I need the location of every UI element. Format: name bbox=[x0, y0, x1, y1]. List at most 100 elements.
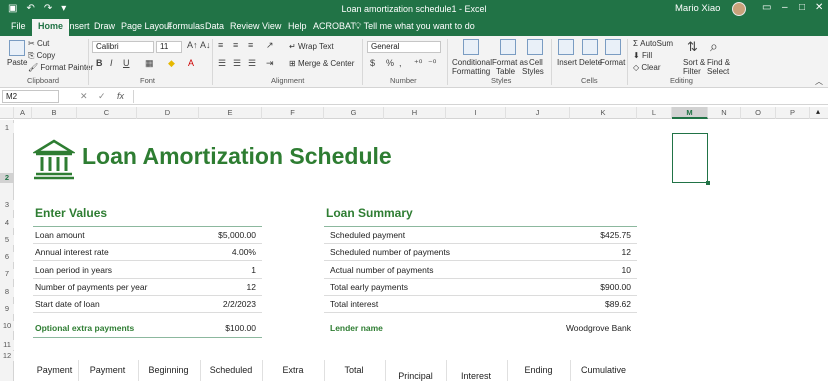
conditional-formatting-button[interactable]: Conditional bbox=[452, 58, 492, 67]
font-color-icon[interactable]: A bbox=[188, 58, 194, 68]
delete-cells-icon[interactable] bbox=[582, 39, 598, 55]
increase-font-icon[interactable]: A↑ bbox=[187, 40, 198, 50]
column-header[interactable]: A bbox=[14, 107, 32, 119]
tab-formulas[interactable]: Formulas bbox=[167, 21, 205, 31]
align-left-icon[interactable]: ☰ bbox=[218, 58, 226, 69]
row-header-selected[interactable]: 2 bbox=[0, 173, 14, 183]
orientation-icon[interactable]: ↗ bbox=[266, 40, 274, 51]
select-all-corner[interactable] bbox=[0, 107, 14, 119]
selected-cell-m2[interactable] bbox=[672, 133, 710, 185]
font-size-select[interactable]: 11 bbox=[156, 41, 182, 53]
delete-cells-button[interactable]: Delete bbox=[579, 58, 602, 67]
row-header[interactable]: 10 bbox=[0, 321, 14, 331]
percent-icon[interactable]: % bbox=[386, 58, 394, 68]
decrease-decimal-icon[interactable]: ⁻⁰ bbox=[428, 58, 436, 69]
loan-period-cell[interactable]: 1 bbox=[200, 265, 256, 275]
column-header[interactable]: D bbox=[137, 107, 199, 119]
row-header[interactable]: 3 bbox=[0, 200, 14, 210]
find-select-button[interactable]: Find & bbox=[707, 58, 730, 67]
align-right-icon[interactable]: ☰ bbox=[248, 58, 256, 69]
column-header-selected[interactable]: M bbox=[672, 107, 708, 119]
row-header[interactable]: 8 bbox=[0, 287, 14, 297]
column-header[interactable]: H bbox=[384, 107, 446, 119]
extra-payments-cell[interactable]: $100.00 bbox=[200, 323, 256, 333]
close-icon[interactable]: ✕ bbox=[815, 2, 823, 13]
column-header[interactable]: K bbox=[570, 107, 637, 119]
collapse-ribbon-icon[interactable]: ︿ bbox=[815, 76, 823, 87]
row-header[interactable]: 9 bbox=[0, 304, 14, 314]
cut-button[interactable]: ✂ Cut bbox=[28, 39, 49, 48]
total-interest-cell[interactable]: $89.62 bbox=[570, 299, 631, 309]
format-cells-button[interactable]: Format bbox=[600, 58, 625, 67]
ribbon-display-icon[interactable]: ▭ bbox=[762, 2, 771, 13]
tab-insert[interactable]: Insert bbox=[67, 21, 90, 31]
actual-number-cell[interactable]: 10 bbox=[570, 265, 631, 275]
conditional-formatting-icon[interactable] bbox=[463, 39, 479, 55]
column-header[interactable]: I bbox=[446, 107, 506, 119]
italic-button[interactable]: I bbox=[110, 58, 113, 68]
row-header[interactable]: 12 bbox=[0, 351, 14, 361]
sort-filter-icon[interactable]: ⇅ bbox=[687, 39, 698, 55]
insert-cells-icon[interactable] bbox=[558, 39, 574, 55]
tab-acrobat[interactable]: ACROBAT bbox=[313, 21, 356, 31]
tell-me-box[interactable]: 💡︎ Tell me what you want to do bbox=[355, 21, 475, 32]
column-header[interactable]: N bbox=[708, 107, 741, 119]
number-format-select[interactable]: General bbox=[367, 41, 441, 53]
minimize-icon[interactable]: – bbox=[782, 2, 788, 13]
loan-amount-cell[interactable]: $5,000.00 bbox=[200, 230, 256, 240]
formula-input[interactable] bbox=[133, 90, 823, 103]
font-name-select[interactable]: Calibri bbox=[92, 41, 154, 53]
tab-help[interactable]: Help bbox=[288, 21, 307, 31]
align-center-icon[interactable]: ☰ bbox=[233, 58, 241, 69]
row-header[interactable]: 6 bbox=[0, 252, 14, 262]
column-header[interactable]: E bbox=[199, 107, 262, 119]
column-header[interactable]: B bbox=[32, 107, 77, 119]
increase-decimal-icon[interactable]: ⁺⁰ bbox=[414, 58, 422, 69]
start-date-cell[interactable]: 2/2/2023 bbox=[200, 299, 256, 309]
fill-button[interactable]: ⬇ Fill bbox=[633, 51, 652, 60]
scroll-up-icon[interactable]: ▴ bbox=[816, 107, 820, 116]
fill-color-icon[interactable]: ◆ bbox=[168, 58, 175, 69]
align-middle-icon[interactable]: ≡ bbox=[233, 40, 238, 50]
column-header[interactable]: C bbox=[77, 107, 137, 119]
format-cells-icon[interactable] bbox=[605, 39, 621, 55]
column-header[interactable]: J bbox=[506, 107, 570, 119]
tab-file[interactable]: File bbox=[11, 21, 26, 31]
bold-button[interactable]: B bbox=[96, 58, 103, 68]
underline-button[interactable]: U bbox=[123, 58, 130, 68]
format-as-table-button[interactable]: Format as bbox=[492, 58, 528, 67]
paste-button[interactable]: Paste bbox=[7, 58, 27, 67]
column-header[interactable]: P bbox=[776, 107, 810, 119]
copy-button[interactable]: ⎘ Copy bbox=[28, 51, 55, 61]
align-top-icon[interactable]: ≡ bbox=[218, 40, 223, 50]
row-header[interactable]: 7 bbox=[0, 269, 14, 279]
sort-filter-button[interactable]: Sort & bbox=[683, 58, 705, 67]
enter-icon[interactable]: ✓ bbox=[98, 91, 106, 102]
payments-per-year-cell[interactable]: 12 bbox=[200, 282, 256, 292]
user-name[interactable]: Mario Xiao bbox=[675, 3, 720, 14]
column-header[interactable]: F bbox=[262, 107, 324, 119]
align-bottom-icon[interactable]: ≡ bbox=[248, 40, 253, 50]
avatar[interactable] bbox=[732, 2, 746, 16]
maximize-icon[interactable]: □ bbox=[799, 2, 805, 13]
scheduled-number-cell[interactable]: 12 bbox=[570, 247, 631, 257]
tab-data[interactable]: Data bbox=[205, 21, 224, 31]
tab-home[interactable]: Home bbox=[32, 19, 70, 36]
column-header[interactable]: G bbox=[324, 107, 384, 119]
currency-icon[interactable]: $ bbox=[370, 58, 375, 68]
comma-icon[interactable]: , bbox=[399, 58, 402, 68]
cancel-icon[interactable]: ✕ bbox=[80, 91, 88, 102]
scheduled-payment-cell[interactable]: $425.75 bbox=[570, 230, 631, 240]
format-painter-button[interactable]: 🖌︎ Format Painter bbox=[28, 63, 93, 72]
borders-icon[interactable]: ▦ bbox=[145, 58, 154, 69]
clear-button[interactable]: ◇ Clear bbox=[633, 63, 661, 72]
format-as-table-icon[interactable] bbox=[500, 39, 516, 55]
total-early-payments-cell[interactable]: $900.00 bbox=[570, 282, 631, 292]
cell-styles-icon[interactable] bbox=[527, 39, 543, 55]
wrap-text-button[interactable]: ↵ Wrap Text bbox=[289, 42, 334, 51]
indent-icon[interactable]: ⇥ bbox=[266, 58, 274, 69]
column-header[interactable]: O bbox=[741, 107, 776, 119]
merge-center-button[interactable]: ⊞ Merge & Center bbox=[289, 59, 354, 68]
cell-styles-button[interactable]: Cell bbox=[529, 58, 543, 67]
tab-page-layout[interactable]: Page Layout bbox=[121, 21, 172, 31]
